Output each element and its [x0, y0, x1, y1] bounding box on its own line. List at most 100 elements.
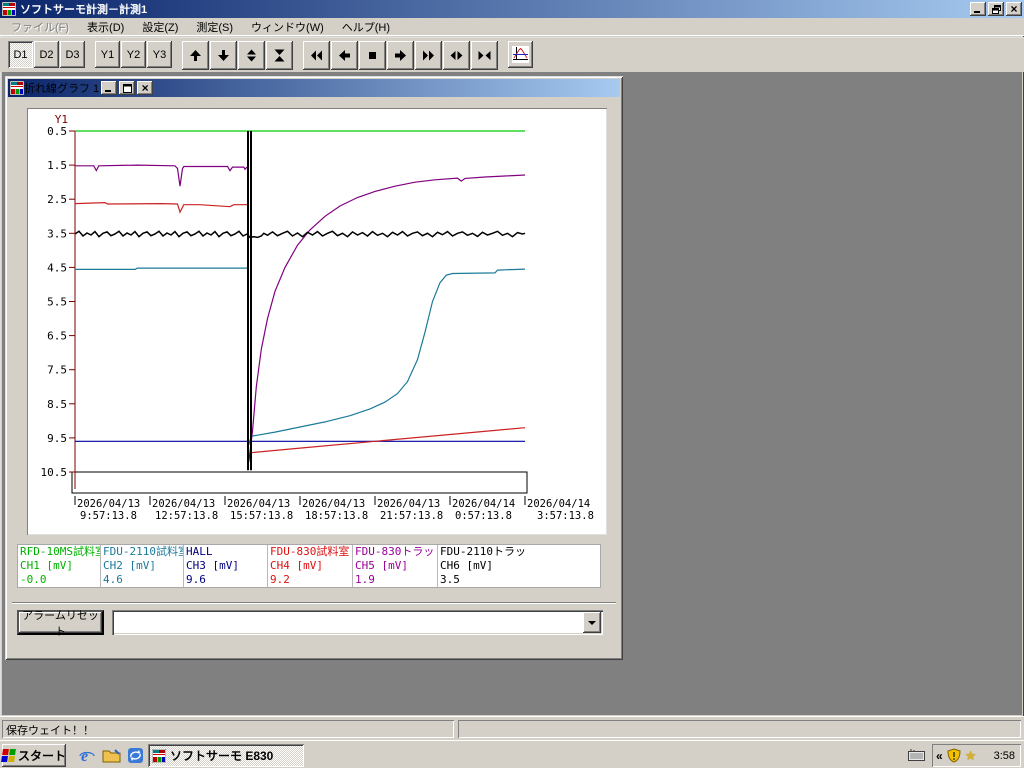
star-icon[interactable]: ★: [965, 749, 977, 762]
restore-button[interactable]: [988, 2, 1004, 16]
graph-close-button[interactable]: ×: [137, 81, 154, 95]
toolbar-d3-button[interactable]: D3: [60, 41, 85, 68]
svg-text:3.5: 3.5: [47, 227, 67, 240]
step-left-button[interactable]: [331, 41, 358, 70]
windows-logo-icon: [1, 749, 16, 762]
scroll-down-button[interactable]: [210, 41, 237, 70]
minimize-button[interactable]: [970, 2, 986, 16]
ie-icon: e: [79, 748, 95, 765]
svg-text:8.5: 8.5: [47, 398, 67, 411]
arrow-right-icon: [395, 50, 406, 61]
security-shield-icon[interactable]: [947, 748, 961, 763]
svg-text:4.5: 4.5: [47, 261, 67, 274]
legend-cell-ch3: HALL CH3 [mV] 9.6: [184, 545, 268, 587]
compress-horizontal-button[interactable]: [471, 41, 498, 70]
svg-text:12:57:13.8: 12:57:13.8: [155, 510, 218, 522]
app-icon: [151, 748, 167, 763]
line-chart: 0.5 1.5 2.5 3.5 4.5 5.5 6.5 7.5 8.5 9.5 10.5 Y1 2026…: [27, 108, 607, 535]
step-right-button[interactable]: [387, 41, 414, 70]
menu-view[interactable]: 表示(D): [78, 17, 133, 37]
chevron-left-icon[interactable]: «: [936, 749, 943, 763]
menu-measure[interactable]: 測定(S): [187, 17, 242, 37]
channel-value: 4.6: [103, 573, 123, 586]
minimize-icon: [105, 90, 112, 92]
toolbar-y1-button[interactable]: Y1: [95, 41, 120, 68]
arrow-down-icon: [218, 50, 229, 61]
menu-file[interactable]: ファイル(F): [2, 17, 78, 37]
main-titlebar: ソフトサーモ計測－計測1 ×: [0, 0, 1024, 18]
start-button[interactable]: スタート: [1, 744, 66, 767]
toolbar-y3-button[interactable]: Y3: [147, 41, 172, 68]
system-tray: « ★ 3:58: [932, 744, 1021, 767]
close-icon: ×: [141, 81, 149, 95]
channel-name: FDU-830トラッ: [355, 545, 435, 558]
taskbar-clock: 3:58: [993, 749, 1015, 762]
alarm-reset-button[interactable]: アラームリセット: [17, 610, 104, 638]
graph-minimize-button[interactable]: [101, 81, 118, 95]
app-icon: [1, 1, 17, 17]
stop-button[interactable]: [359, 41, 386, 70]
toolbar: D1 D2 D3 Y1 Y2 Y3: [0, 37, 1024, 72]
svg-text:2026/04/13: 2026/04/13: [227, 498, 290, 510]
channel-value: 9.6: [186, 573, 206, 586]
svg-text:9:57:13.8: 9:57:13.8: [80, 510, 137, 522]
channel-unit: CH2 [mV]: [103, 559, 156, 572]
outlook-quicklaunch-button[interactable]: [124, 745, 146, 766]
separator: [12, 602, 616, 604]
compress-horizontal-icon: [478, 51, 491, 60]
fast-rewind-button[interactable]: [303, 41, 330, 70]
scroll-up-button[interactable]: [182, 41, 209, 70]
graph-scale-icon: [512, 46, 529, 63]
menu-settings[interactable]: 設定(Z): [133, 17, 187, 37]
svg-text:Y1: Y1: [55, 113, 68, 126]
svg-text:1.5: 1.5: [47, 159, 67, 172]
line-graph-window: 折れ線グラフ 1 × 0.5 1.5 2.5 3.5 4.5 5.5 6.5 7.5 8.5 9.…: [5, 76, 623, 660]
menu-bar: ファイル(F) 表示(D) 設定(Z) 測定(S) ウィンドウ(W) ヘルプ(H…: [0, 18, 1024, 36]
toolbar-d2-button[interactable]: D2: [34, 41, 59, 68]
channel-unit: CH6 [mV]: [440, 559, 493, 572]
channel-name: FDU-2110トラッ: [440, 545, 526, 558]
chevron-down-icon: [588, 620, 596, 625]
legend-cell-ch5: FDU-830トラッ CH5 [mV] 1.9: [353, 545, 438, 587]
toolbar-y2-button[interactable]: Y2: [121, 41, 146, 68]
svg-text:3:57:13.8: 3:57:13.8: [537, 510, 594, 522]
expand-horizontal-button[interactable]: [443, 41, 470, 70]
svg-text:7.5: 7.5: [47, 364, 67, 377]
menu-help[interactable]: ヘルプ(H): [333, 17, 399, 37]
channel-name: HALL: [186, 545, 213, 558]
svg-text:2026/04/13: 2026/04/13: [152, 498, 215, 510]
fast-forward-button[interactable]: [415, 41, 442, 70]
svg-text:9.5: 9.5: [47, 432, 67, 445]
taskbar-app-button[interactable]: ソフトサーモ E830: [148, 744, 304, 767]
channel-legend: RFD-10MS試料室 CH1 [mV] -0.0 FDU-2110試料室 CH…: [17, 544, 601, 588]
expand-vertical-button[interactable]: [238, 41, 265, 70]
close-button[interactable]: ×: [1006, 2, 1022, 16]
svg-text:2026/04/13: 2026/04/13: [302, 498, 365, 510]
graph-scale-button[interactable]: [508, 41, 533, 68]
restore-icon: [991, 4, 1001, 14]
compress-vertical-icon: [274, 49, 285, 62]
outlook-icon: [127, 748, 143, 763]
compress-vertical-button[interactable]: [266, 41, 293, 70]
combobox-dropdown-button[interactable]: [583, 612, 601, 633]
graph-maximize-button[interactable]: [119, 81, 136, 95]
status-message: 保存ウェイト！！: [2, 720, 454, 738]
folder-icon: [102, 749, 120, 763]
channel-unit: CH4 [mV]: [270, 559, 323, 572]
svg-text:5.5: 5.5: [47, 296, 67, 309]
menu-window[interactable]: ウィンドウ(W): [242, 17, 333, 37]
keyboard-icon[interactable]: [908, 748, 925, 764]
svg-text:2.5: 2.5: [47, 193, 67, 206]
fast-forward-icon: [423, 50, 434, 61]
svg-text:15:57:13.8: 15:57:13.8: [230, 510, 293, 522]
main-window: ソフトサーモ計測－計測1 × ファイル(F) 表示(D) 設定(Z) 測定(S)…: [0, 0, 1024, 768]
toolbar-d1-button[interactable]: D1: [8, 41, 33, 68]
svg-text:6.5: 6.5: [47, 330, 67, 343]
svg-text:10.5: 10.5: [41, 466, 68, 479]
alarm-combobox[interactable]: [112, 610, 603, 635]
graph-window-icon: [9, 80, 25, 96]
chart-canvas: 0.5 1.5 2.5 3.5 4.5 5.5 6.5 7.5 8.5 9.5 10.5 Y1 2026…: [41, 113, 594, 522]
show-desktop-button[interactable]: [100, 745, 122, 766]
ie-quicklaunch-button[interactable]: e: [76, 745, 98, 766]
svg-text:0.5: 0.5: [47, 125, 67, 138]
